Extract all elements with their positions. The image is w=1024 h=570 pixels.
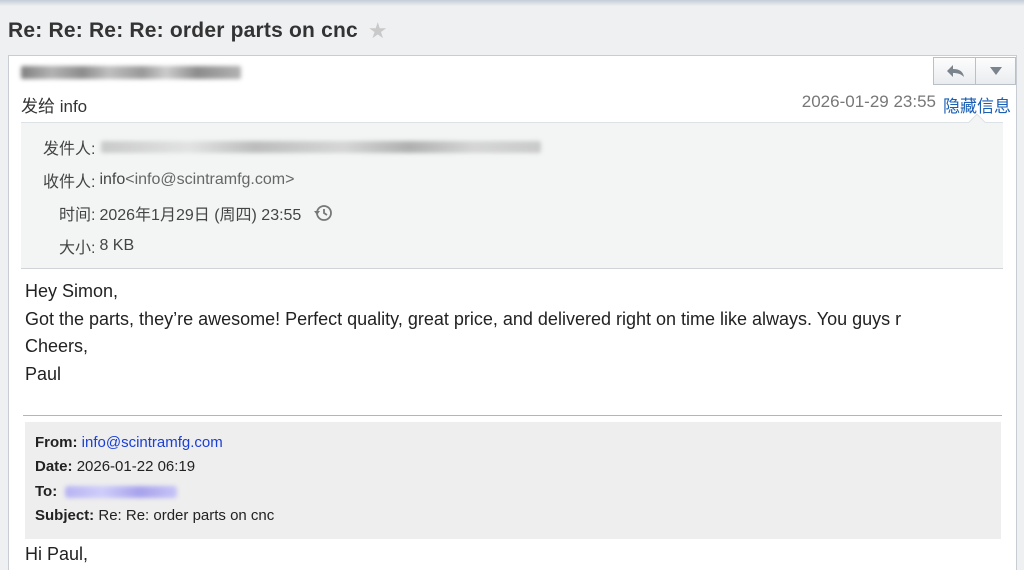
header-date-area: 2026-01-29 23:55 隐藏信息: [802, 92, 1011, 117]
detail-to-row: 收件人: info <info@scintramfg.com>: [43, 168, 294, 192]
window-top-edge: [0, 0, 1024, 6]
detail-to-label: 收件人:: [43, 174, 96, 191]
quoted-greeting: Hi Paul,: [25, 544, 89, 564]
quoted-from-link[interactable]: info@scintramfg.com: [82, 434, 223, 451]
quoted-subject-row: Subject: Re: Re: order parts on cnc: [35, 504, 1001, 528]
email-subject: Re: Re: Re: Re: order parts on cnc: [8, 19, 358, 42]
detail-size-row: 大小: 8 KB: [59, 234, 134, 258]
detail-from-row: 发件人:: [43, 135, 542, 159]
recipient-summary: 发给 info: [21, 97, 88, 116]
detail-to-name[interactable]: info: [99, 171, 125, 189]
from-redacted: [101, 141, 542, 153]
received-date: 2026-01-29 23:55: [801, 92, 936, 111]
quoted-date-value: 2026-01-22 06:19: [76, 458, 196, 476]
more-actions-button[interactable]: [976, 57, 1016, 85]
quoted-to-label: To:: [35, 482, 58, 500]
quoted-subject-value: Re: Re: order parts on cnc: [98, 506, 275, 524]
detail-time-value: 2026年1月29日 (周四) 23:55: [99, 207, 302, 224]
reply-arrow-icon: [946, 65, 964, 77]
quoted-to-redacted: [65, 485, 178, 498]
quoted-subject-label: Subject:: [35, 506, 95, 524]
body-line: Hey Simon,: [25, 281, 119, 301]
subject-header: Re: Re: Re: Re: order parts on cnc ★: [8, 14, 388, 48]
chevron-down-icon: [989, 67, 1002, 75]
details-panel: 发件人: 收件人: info <info@scintramfg.com> 时间:…: [21, 113, 1003, 269]
detail-from-label: 发件人:: [43, 141, 96, 158]
message-body: Hey Simon, Got the parts, they’re awesom…: [25, 278, 901, 388]
clock-history-icon[interactable]: [313, 203, 333, 223]
reply-button[interactable]: [933, 57, 976, 85]
message-pane: 发给 info 2026-01-29 23:55 隐藏信息 发件人: 收件人: …: [8, 55, 1017, 570]
body-line: Cheers,: [25, 336, 89, 356]
detail-size-label: 大小:: [59, 240, 96, 257]
sender-redacted: [21, 66, 241, 79]
quote-separator: [23, 415, 1002, 416]
quoted-from-row: From: info@scintramfg.com: [35, 431, 1001, 455]
quoted-date-label: Date:: [35, 458, 73, 476]
detail-size-value: 8 KB: [99, 237, 135, 254]
body-line: Got the parts, they’re awesome! Perfect …: [25, 308, 902, 329]
quoted-to-row: To:: [35, 480, 1001, 504]
detail-time-label: 时间:: [59, 207, 96, 224]
detail-time-row: 时间: 2026年1月29日 (周四) 23:55: [59, 201, 333, 225]
body-line: Paul: [25, 363, 62, 384]
quoted-date-row: Date: 2026-01-22 06:19: [35, 455, 1001, 479]
detail-to-email[interactable]: <info@scintramfg.com>: [125, 171, 294, 189]
quoted-from-label: From:: [35, 434, 78, 451]
quoted-header: From: info@scintramfg.com Date: 2026-01-…: [25, 422, 1001, 539]
star-icon[interactable]: ★: [368, 20, 388, 42]
